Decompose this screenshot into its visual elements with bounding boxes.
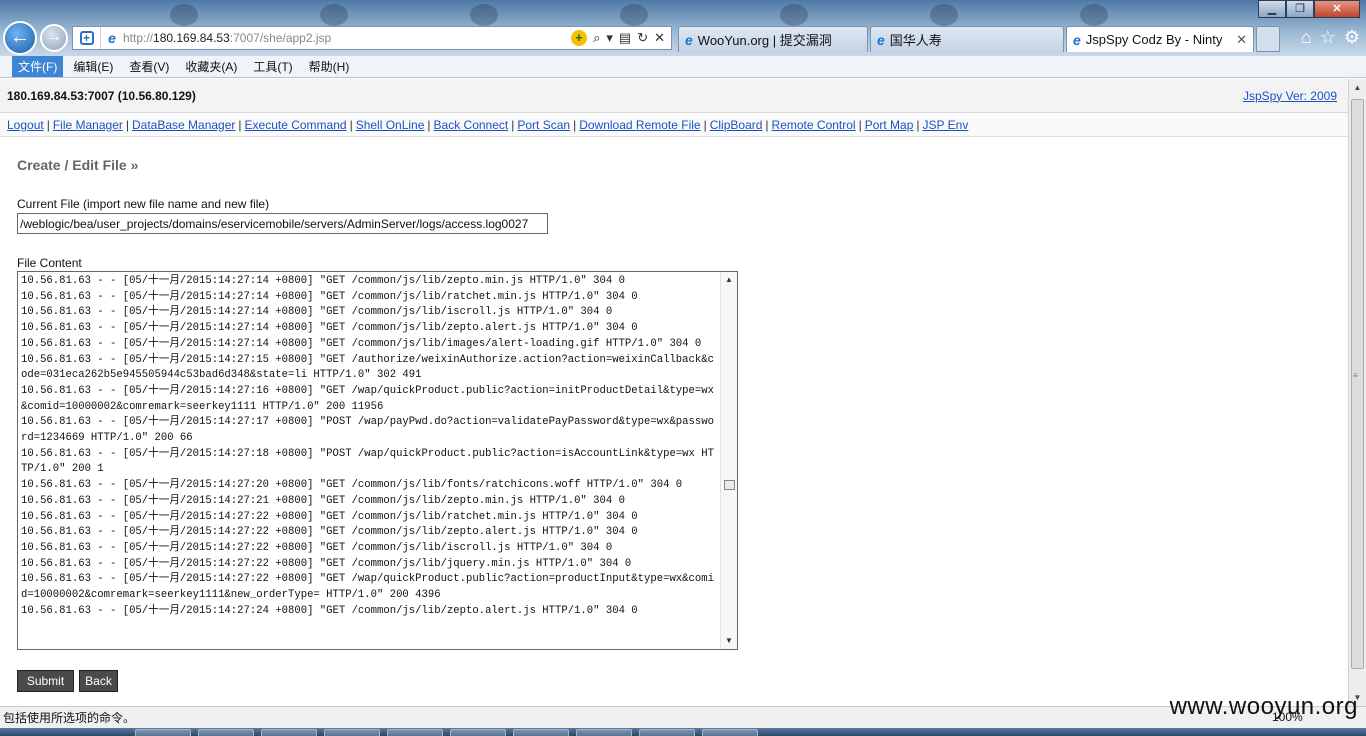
scroll-grip-icon: ≡: [1353, 371, 1358, 380]
dropdown-icon[interactable]: ▾: [606, 30, 613, 46]
tab-label: WooYun.org | 提交漏洞: [697, 33, 832, 48]
jspspy-nav: Logout | File Manager | DataBase Manager | …: [0, 113, 1348, 137]
watermark: www.wooyun.org: [1169, 693, 1358, 720]
current-file-label: Current File (import new file name and n…: [17, 197, 270, 211]
taskbar-blur: [320, 4, 348, 26]
nav-logout[interactable]: Logout: [7, 118, 44, 132]
nav-port-map[interactable]: Port Map: [865, 118, 914, 132]
taskbar-item[interactable]: [135, 729, 191, 736]
minimize-icon[interactable]: ▁: [1258, 0, 1286, 18]
taskbar-blur: [930, 4, 958, 26]
search-icon[interactable]: ⌕: [593, 30, 600, 46]
nav-database-manager[interactable]: DataBase Manager: [132, 118, 235, 132]
address-path: :7007/she/app2.jsp: [229, 31, 332, 45]
menu-help[interactable]: 帮助(H): [303, 56, 356, 77]
file-content-label: File Content: [17, 256, 82, 270]
status-text: 包括使用所选项的命令。: [3, 711, 136, 725]
address-host: 180.169.84.53: [153, 31, 230, 45]
host-bar: 180.169.84.53:7007 (10.56.80.129) JspSpy…: [0, 79, 1348, 113]
tab-jspspy[interactable]: e JspSpy Codz By - Ninty ✕: [1066, 26, 1254, 52]
menu-favorites[interactable]: 收藏夹(A): [179, 56, 243, 77]
taskbar-item[interactable]: [261, 729, 317, 736]
scroll-up-icon[interactable]: ▲: [721, 272, 737, 288]
nav-execute-command[interactable]: Execute Command: [245, 118, 347, 132]
address-bar[interactable]: + e http://180.169.84.53:7007/she/app2.j…: [72, 26, 672, 50]
taskbar-item[interactable]: [198, 729, 254, 736]
ie-icon: e: [1073, 31, 1081, 48]
menu-tools[interactable]: 工具(T): [247, 56, 298, 77]
textarea-scrollbar[interactable]: ▲ ▼: [720, 272, 737, 649]
current-file-input[interactable]: [17, 213, 548, 234]
taskbar-item[interactable]: [513, 729, 569, 736]
scroll-down-icon[interactable]: ▼: [721, 633, 737, 649]
menu-view[interactable]: 查看(V): [123, 56, 175, 77]
page-scrollbar[interactable]: ▲ ≡ ▼: [1348, 79, 1366, 706]
taskbar-blur: [620, 4, 648, 26]
compat-view-icon[interactable]: ▤: [619, 30, 631, 46]
taskbar-item[interactable]: [450, 729, 506, 736]
nav-back-connect[interactable]: Back Connect: [434, 118, 509, 132]
file-content-textarea[interactable]: 10.56.81.63 - - [05/十一月/2015:14:27:14 +0…: [17, 271, 738, 650]
back-arrow-icon[interactable]: ←: [3, 21, 37, 55]
close-tab-icon[interactable]: ✕: [1228, 32, 1247, 48]
taskbar-item[interactable]: [324, 729, 380, 736]
taskbar-blur: [470, 4, 498, 26]
menu-file[interactable]: 文件(F): [12, 56, 64, 77]
nav-download-remote-file[interactable]: Download Remote File: [579, 118, 700, 132]
taskbar-blur: [1080, 4, 1108, 26]
close-window-icon[interactable]: ✕: [1314, 0, 1360, 18]
gear-icon[interactable]: ⚙: [1344, 27, 1360, 48]
maximize-icon[interactable]: ❐: [1286, 0, 1314, 18]
taskbar-blur: [780, 4, 808, 26]
home-icon[interactable]: ⌂: [1301, 27, 1312, 48]
page-title: Create / Edit File »: [17, 157, 139, 173]
toolbar-right: ⌂ ☆ ⚙: [1301, 27, 1360, 48]
compatibility-icon[interactable]: +: [571, 30, 588, 46]
taskbar-item[interactable]: [387, 729, 443, 736]
nav-clipboard[interactable]: ClipBoard: [710, 118, 763, 132]
taskbar-blur: [170, 4, 198, 26]
menu-bar: 文件(F) 编辑(E) 查看(V) 收藏夹(A) 工具(T) 帮助(H): [0, 56, 1366, 78]
status-bar: 包括使用所选项的命令。: [0, 706, 1366, 728]
ie-icon: e: [108, 30, 116, 46]
nav-file-manager[interactable]: File Manager: [53, 118, 123, 132]
tab-guohua[interactable]: e 国华人寿: [870, 26, 1064, 52]
nav-jsp-env[interactable]: JSP Env: [923, 118, 969, 132]
browser-title-bar: ▁ ❐ ✕ ← → + e http://180.169.84.53:7007/…: [0, 0, 1366, 56]
taskbar-item[interactable]: [702, 729, 758, 736]
host-info: 180.169.84.53:7007 (10.56.80.129): [7, 88, 196, 103]
nav-shell-online[interactable]: Shell OnLine: [356, 118, 425, 132]
windows-taskbar: [0, 728, 1366, 736]
ie-icon: e: [685, 31, 693, 48]
address-prefix: http://: [123, 31, 154, 45]
address-tools: + ⌕ ▾ ▤ ↻ ✕: [571, 30, 671, 46]
scroll-thumb[interactable]: [1351, 99, 1364, 669]
shield-icon[interactable]: +: [73, 27, 101, 49]
file-content-text[interactable]: 10.56.81.63 - - [05/十一月/2015:14:27:14 +0…: [21, 274, 717, 619]
stop-icon[interactable]: ✕: [654, 30, 665, 46]
ie-icon: e: [877, 31, 885, 48]
window-controls: ▁ ❐ ✕: [1258, 0, 1360, 18]
submit-button[interactable]: Submit: [17, 670, 74, 692]
tab-label: JspSpy Codz By - Ninty: [1085, 32, 1223, 47]
favorites-star-icon[interactable]: ☆: [1320, 27, 1336, 48]
address-url[interactable]: http://180.169.84.53:7007/she/app2.jsp: [123, 31, 571, 45]
new-tab-button[interactable]: [1256, 26, 1280, 52]
taskbar-item[interactable]: [639, 729, 695, 736]
taskbar-item[interactable]: [576, 729, 632, 736]
scroll-thumb[interactable]: [724, 480, 735, 490]
version-link[interactable]: JspSpy Ver: 2009: [1243, 89, 1337, 103]
nav-remote-control[interactable]: Remote Control: [772, 118, 856, 132]
menu-edit[interactable]: 编辑(E): [67, 56, 119, 77]
tab-wooyun[interactable]: e WooYun.org | 提交漏洞: [678, 26, 868, 52]
back-button[interactable]: Back: [79, 670, 118, 692]
tab-label: 国华人寿: [889, 33, 942, 48]
refresh-icon[interactable]: ↻: [637, 30, 648, 46]
nav-port-scan[interactable]: Port Scan: [517, 118, 570, 132]
scroll-up-icon[interactable]: ▲: [1349, 79, 1366, 96]
page-content: 180.169.84.53:7007 (10.56.80.129) JspSpy…: [0, 79, 1348, 706]
forward-arrow-icon[interactable]: →: [40, 24, 68, 52]
